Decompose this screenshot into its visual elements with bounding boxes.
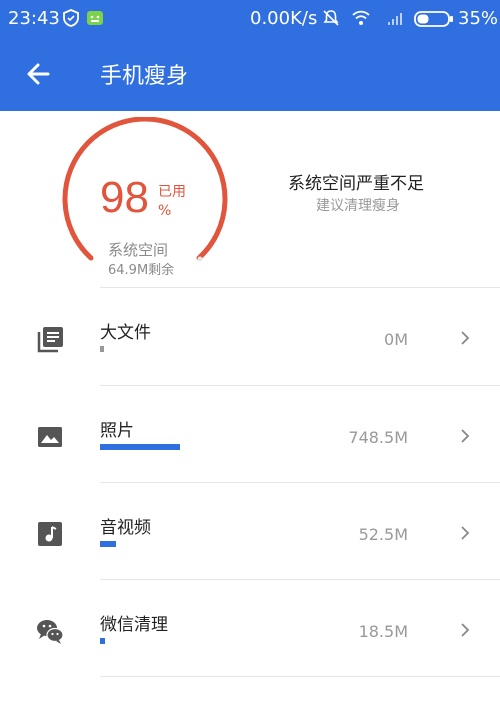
android-icon	[87, 11, 103, 25]
item-size: 748.5M	[348, 428, 408, 447]
status-bar: 23:43 0.00K/s 35%	[0, 0, 500, 36]
network-speed: 0.00K/s	[250, 8, 318, 29]
item-label: 音视频	[100, 518, 151, 538]
item-label: 大文件	[100, 323, 151, 343]
chevron-right-icon	[461, 526, 470, 540]
item-size: 0M	[384, 330, 408, 349]
storage-summary: 98 已用 % 系统空间 64.9M剩余 系统空间严重不足 建议清理瘦身	[0, 111, 500, 287]
item-label: 照片	[100, 421, 134, 441]
chevron-right-icon	[461, 429, 470, 443]
usage-bar	[100, 444, 180, 450]
list-item-large-files[interactable]: 大文件 0M	[0, 288, 500, 385]
file-list-icon	[37, 327, 63, 353]
status-time: 23:43	[8, 8, 60, 29]
used-label: 已用	[158, 184, 186, 200]
percent-unit: %	[158, 203, 172, 219]
mute-bell-icon	[323, 10, 339, 26]
chevron-right-icon	[461, 623, 470, 637]
usage-bar	[100, 346, 104, 352]
music-note-icon	[38, 522, 62, 546]
wifi-icon	[352, 10, 370, 25]
app-bar: 手机瘦身	[0, 36, 500, 111]
item-label: 微信清理	[100, 615, 168, 635]
item-size: 18.5M	[358, 622, 408, 641]
list-item-media[interactable]: 音视频 52.5M	[0, 483, 500, 580]
signal-icon	[388, 13, 402, 25]
warning-title: 系统空间严重不足	[288, 174, 424, 194]
free-space-text: 64.9M剩余	[108, 263, 175, 278]
photo-icon	[38, 427, 62, 447]
list-item-photos[interactable]: 照片 748.5M	[0, 386, 500, 483]
divider	[100, 676, 500, 677]
item-size: 52.5M	[358, 525, 408, 544]
back-arrow-icon[interactable]	[22, 58, 54, 90]
battery-icon	[414, 11, 453, 27]
usage-bar	[100, 638, 105, 644]
warning-subtitle: 建议清理瘦身	[316, 198, 400, 214]
system-space-label: 系统空间	[108, 241, 169, 259]
shield-icon	[63, 9, 79, 27]
usage-percent: 98	[100, 173, 149, 222]
page-title: 手机瘦身	[100, 64, 189, 89]
chevron-right-icon	[461, 331, 470, 345]
battery-percent: 35%	[458, 8, 499, 29]
wechat-icon	[37, 620, 64, 644]
usage-bar	[100, 541, 116, 547]
list-item-wechat-clean[interactable]: 微信清理 18.5M	[0, 580, 500, 677]
